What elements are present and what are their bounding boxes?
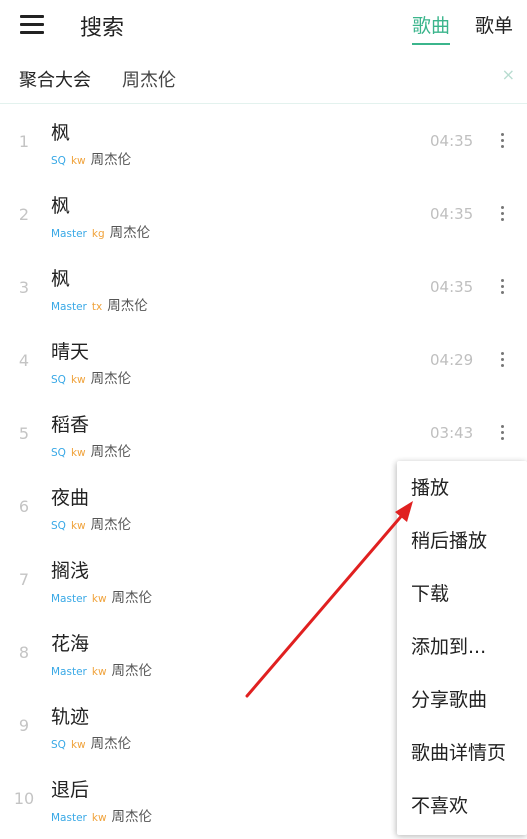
song-duration: 04:29 bbox=[430, 351, 474, 369]
quality-badge: Master bbox=[51, 666, 87, 678]
song-singer: 周杰伦 bbox=[90, 371, 132, 387]
song-row[interactable]: 1 枫 SQ kw 周杰伦 04:35 bbox=[0, 104, 527, 177]
song-duration: 04:35 bbox=[430, 205, 474, 223]
menu-item-add-to[interactable]: 添加到... bbox=[397, 621, 527, 674]
more-vertical-icon[interactable] bbox=[492, 274, 512, 300]
source-badge: kw bbox=[91, 812, 107, 824]
song-singer: 周杰伦 bbox=[111, 590, 153, 606]
close-icon[interactable]: × bbox=[502, 65, 515, 84]
song-index: 3 bbox=[18, 278, 30, 297]
quality-badge: SQ bbox=[51, 739, 66, 751]
song-singer: 周杰伦 bbox=[90, 152, 132, 168]
song-singer: 周杰伦 bbox=[111, 809, 153, 825]
source-badge: kw bbox=[70, 374, 86, 386]
song-row[interactable]: 5 稻香 SQ kw 周杰伦 03:43 bbox=[0, 396, 527, 469]
menu-item-download[interactable]: 下载 bbox=[397, 568, 527, 621]
quality-badge: Master bbox=[51, 593, 87, 605]
more-vertical-icon[interactable] bbox=[492, 420, 512, 446]
song-singer: 周杰伦 bbox=[111, 663, 153, 679]
song-row[interactable]: 4 晴天 SQ kw 周杰伦 04:29 bbox=[0, 323, 527, 396]
app-header: 搜索 歌曲 歌单 bbox=[0, 0, 527, 48]
song-title: 晴天 bbox=[51, 341, 90, 363]
menu-item-play[interactable]: 播放 bbox=[397, 462, 527, 515]
quality-badge: SQ bbox=[51, 155, 66, 167]
song-title: 花海 bbox=[51, 633, 90, 655]
quality-badge: Master bbox=[51, 301, 87, 313]
song-singer: 周杰伦 bbox=[90, 736, 132, 752]
song-meta: SQ kw 周杰伦 bbox=[51, 148, 131, 168]
source-badge: kw bbox=[70, 447, 86, 459]
song-meta: Master tx 周杰伦 bbox=[51, 294, 148, 314]
song-title: 夜曲 bbox=[51, 487, 90, 509]
more-vertical-icon[interactable] bbox=[492, 201, 512, 227]
quality-badge: Master bbox=[51, 812, 87, 824]
song-title: 退后 bbox=[51, 779, 90, 801]
source-badge: kw bbox=[70, 520, 86, 532]
song-meta: Master kw 周杰伦 bbox=[51, 805, 152, 825]
song-meta: Master kw 周杰伦 bbox=[51, 659, 152, 679]
menu-item-play-later[interactable]: 稍后播放 bbox=[397, 515, 527, 568]
page-title: 搜索 bbox=[80, 16, 125, 41]
song-singer: 周杰伦 bbox=[107, 298, 148, 314]
song-index: 4 bbox=[18, 351, 30, 370]
song-index: 2 bbox=[18, 205, 30, 224]
song-title: 轨迹 bbox=[51, 706, 90, 728]
source-badge: kw bbox=[91, 666, 107, 678]
quality-badge: SQ bbox=[51, 447, 66, 459]
song-meta: Master kg 周杰伦 bbox=[51, 221, 150, 241]
song-duration: 03:43 bbox=[430, 424, 474, 442]
song-index: 9 bbox=[18, 716, 30, 735]
song-singer: 周杰伦 bbox=[90, 517, 132, 533]
song-index: 8 bbox=[18, 643, 30, 662]
source-badge: kw bbox=[70, 155, 86, 167]
search-input[interactable]: 周杰伦 bbox=[122, 66, 176, 92]
source-badge: kg bbox=[91, 228, 105, 240]
quality-badge: SQ bbox=[51, 374, 66, 386]
song-title: 枫 bbox=[51, 122, 71, 144]
song-title: 稻香 bbox=[51, 414, 90, 436]
search-bar: 聚合大会 周杰伦 × bbox=[0, 50, 527, 104]
song-meta: SQ kw 周杰伦 bbox=[51, 367, 131, 387]
tab-songs[interactable]: 歌曲 bbox=[412, 11, 451, 45]
song-title: 搁浅 bbox=[51, 560, 90, 582]
song-index: 5 bbox=[18, 424, 30, 443]
song-index: 10 bbox=[13, 789, 35, 808]
more-vertical-icon[interactable] bbox=[492, 128, 512, 154]
source-badge: kw bbox=[91, 593, 107, 605]
song-meta: Master kw 周杰伦 bbox=[51, 586, 152, 606]
song-index: 1 bbox=[18, 132, 30, 151]
song-index: 6 bbox=[18, 497, 30, 516]
song-duration: 04:35 bbox=[430, 278, 474, 296]
hamburger-menu-icon[interactable] bbox=[20, 13, 46, 35]
source-badge: kw bbox=[70, 739, 86, 751]
quality-badge: Master bbox=[51, 228, 87, 240]
song-row[interactable]: 3 枫 Master tx 周杰伦 04:35 bbox=[0, 250, 527, 323]
more-vertical-icon[interactable] bbox=[492, 347, 512, 373]
song-meta: SQ kw 周杰伦 bbox=[51, 513, 131, 533]
song-singer: 周杰伦 bbox=[90, 444, 132, 460]
song-duration: 04:35 bbox=[430, 132, 474, 150]
song-title: 枫 bbox=[51, 268, 71, 290]
song-context-menu: 播放 稍后播放 下载 添加到... 分享歌曲 歌曲详情页 不喜欢 bbox=[397, 461, 527, 835]
search-source-selector[interactable]: 聚合大会 bbox=[19, 66, 91, 92]
song-title: 枫 bbox=[51, 195, 71, 217]
tab-playlists[interactable]: 歌单 bbox=[475, 11, 513, 38]
song-singer: 周杰伦 bbox=[109, 225, 151, 241]
menu-item-share-song[interactable]: 分享歌曲 bbox=[397, 674, 527, 727]
quality-badge: SQ bbox=[51, 520, 66, 532]
song-meta: SQ kw 周杰伦 bbox=[51, 440, 131, 460]
song-row[interactable]: 2 枫 Master kg 周杰伦 04:35 bbox=[0, 177, 527, 250]
menu-item-song-details[interactable]: 歌曲详情页 bbox=[397, 727, 527, 780]
song-index: 7 bbox=[18, 570, 30, 589]
menu-item-dislike[interactable]: 不喜欢 bbox=[397, 780, 527, 833]
song-meta: SQ kw 周杰伦 bbox=[51, 732, 131, 752]
source-badge: tx bbox=[91, 301, 103, 313]
